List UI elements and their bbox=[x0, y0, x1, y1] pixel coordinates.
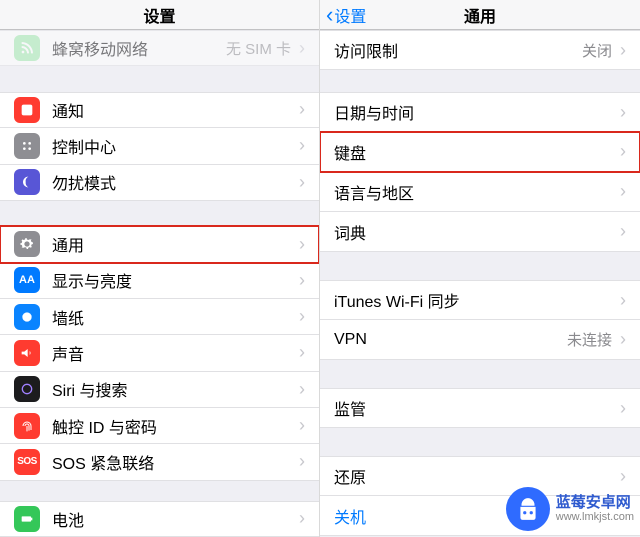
page-title: 通用 bbox=[464, 3, 496, 27]
watermark-url: www.lmkjst.com bbox=[556, 511, 634, 524]
display-icon: AA bbox=[14, 267, 40, 293]
row-siri[interactable]: Siri 与搜索 › bbox=[0, 372, 319, 408]
row-label: 还原 bbox=[334, 464, 618, 488]
row-label: 勿扰模式 bbox=[52, 170, 297, 194]
row-itunes-wifi-sync[interactable]: iTunes Wi-Fi 同步 › bbox=[320, 280, 640, 320]
row-value: 未连接 bbox=[567, 329, 612, 350]
chevron-right-icon: › bbox=[620, 398, 626, 419]
chevron-right-icon: › bbox=[299, 415, 305, 436]
back-label: 设置 bbox=[334, 3, 366, 27]
watermark: 蓝莓安卓网 www.lmkjst.com bbox=[506, 487, 634, 531]
settings-root-screen: 设置 蜂窝移动网络 无 SIM 卡 › 通知 › 控制中心 › bbox=[0, 0, 320, 537]
row-label: 监管 bbox=[334, 396, 618, 420]
row-datetime[interactable]: 日期与时间 › bbox=[320, 92, 640, 132]
control-center-icon bbox=[14, 133, 40, 159]
group-separator bbox=[320, 428, 640, 456]
chevron-right-icon: › bbox=[299, 508, 305, 529]
chevron-right-icon: › bbox=[620, 290, 626, 311]
touchid-icon bbox=[14, 413, 40, 439]
row-battery[interactable]: 电池 › bbox=[0, 501, 319, 537]
row-label: 通用 bbox=[52, 232, 297, 256]
row-label: 蜂窝移动网络 bbox=[52, 36, 226, 60]
row-dictionary[interactable]: 词典 › bbox=[320, 212, 640, 252]
row-keyboard[interactable]: 键盘 › bbox=[320, 132, 640, 172]
row-label: iTunes Wi-Fi 同步 bbox=[334, 288, 618, 312]
row-label: 显示与亮度 bbox=[52, 268, 297, 292]
chevron-right-icon: › bbox=[299, 172, 305, 193]
chevron-right-icon: › bbox=[620, 141, 626, 162]
row-label: 墙纸 bbox=[52, 305, 297, 329]
nav-header: ‹ 设置 通用 bbox=[320, 0, 640, 30]
chevron-right-icon: › bbox=[299, 451, 305, 472]
row-label: 访问限制 bbox=[334, 38, 582, 62]
group-separator bbox=[320, 70, 640, 92]
chevron-right-icon: › bbox=[299, 270, 305, 291]
row-general[interactable]: 通用 › bbox=[0, 226, 319, 262]
chevron-right-icon: › bbox=[299, 342, 305, 363]
row-cellular[interactable]: 蜂窝移动网络 无 SIM 卡 › bbox=[0, 30, 319, 66]
chevron-right-icon: › bbox=[620, 466, 626, 487]
row-notifications[interactable]: 通知 › bbox=[0, 92, 319, 128]
group-separator bbox=[0, 66, 319, 91]
chevron-right-icon: › bbox=[299, 38, 305, 59]
page-title: 设置 bbox=[143, 3, 175, 27]
row-label: SOS 紧急联络 bbox=[52, 450, 297, 474]
row-display[interactable]: AA 显示与亮度 › bbox=[0, 263, 319, 299]
sound-icon bbox=[14, 340, 40, 366]
row-restrictions[interactable]: 访问限制 关闭 › bbox=[320, 30, 640, 70]
row-label: 键盘 bbox=[334, 140, 618, 164]
row-label: 电池 bbox=[52, 507, 297, 531]
chevron-right-icon: › bbox=[620, 329, 626, 350]
chevron-right-icon: › bbox=[299, 379, 305, 400]
chevron-right-icon: › bbox=[299, 306, 305, 327]
wallpaper-icon bbox=[14, 304, 40, 330]
battery-icon bbox=[14, 506, 40, 532]
row-touchid[interactable]: 触控 ID 与密码 › bbox=[0, 408, 319, 444]
row-dnd[interactable]: 勿扰模式 › bbox=[0, 165, 319, 201]
row-label: 语言与地区 bbox=[334, 180, 618, 204]
nav-header: 设置 bbox=[0, 0, 319, 30]
row-label: 词典 bbox=[334, 220, 618, 244]
row-label: 控制中心 bbox=[52, 134, 297, 158]
chevron-right-icon: › bbox=[299, 99, 305, 120]
row-label: VPN bbox=[334, 331, 567, 349]
chevron-left-icon: ‹ bbox=[326, 4, 333, 26]
group-separator bbox=[0, 481, 319, 501]
row-label: 通知 bbox=[52, 98, 297, 122]
group-separator bbox=[320, 360, 640, 388]
row-label: Siri 与搜索 bbox=[52, 377, 297, 401]
group-separator bbox=[320, 252, 640, 280]
watermark-logo-icon bbox=[506, 487, 550, 531]
chevron-right-icon: › bbox=[620, 40, 626, 61]
sos-icon: SOS bbox=[14, 449, 40, 475]
notifications-icon bbox=[14, 97, 40, 123]
row-value: 无 SIM 卡 bbox=[226, 38, 291, 59]
siri-icon bbox=[14, 376, 40, 402]
row-label: 日期与时间 bbox=[334, 100, 618, 124]
row-control-center[interactable]: 控制中心 › bbox=[0, 128, 319, 164]
chevron-right-icon: › bbox=[620, 102, 626, 123]
back-button[interactable]: ‹ 设置 bbox=[326, 0, 366, 30]
row-label: 触控 ID 与密码 bbox=[52, 414, 297, 438]
row-sos[interactable]: SOS SOS 紧急联络 › bbox=[0, 444, 319, 480]
row-vpn[interactable]: VPN 未连接 › bbox=[320, 320, 640, 360]
chevron-right-icon: › bbox=[620, 221, 626, 242]
group-separator bbox=[0, 201, 319, 226]
dnd-icon bbox=[14, 169, 40, 195]
row-label: 声音 bbox=[52, 341, 297, 365]
chevron-right-icon: › bbox=[620, 181, 626, 202]
row-language-region[interactable]: 语言与地区 › bbox=[320, 172, 640, 212]
chevron-right-icon: › bbox=[299, 234, 305, 255]
watermark-name: 蓝莓安卓网 bbox=[556, 494, 634, 511]
chevron-right-icon: › bbox=[299, 135, 305, 156]
general-settings-screen: ‹ 设置 通用 访问限制 关闭 › 日期与时间 › 键盘 › 语言与地区 › 词… bbox=[320, 0, 640, 537]
cellular-icon bbox=[14, 35, 40, 61]
row-regulatory[interactable]: 监管 › bbox=[320, 388, 640, 428]
row-sound[interactable]: 声音 › bbox=[0, 335, 319, 371]
row-value: 关闭 bbox=[582, 40, 612, 61]
general-icon bbox=[14, 231, 40, 257]
row-wallpaper[interactable]: 墙纸 › bbox=[0, 299, 319, 335]
